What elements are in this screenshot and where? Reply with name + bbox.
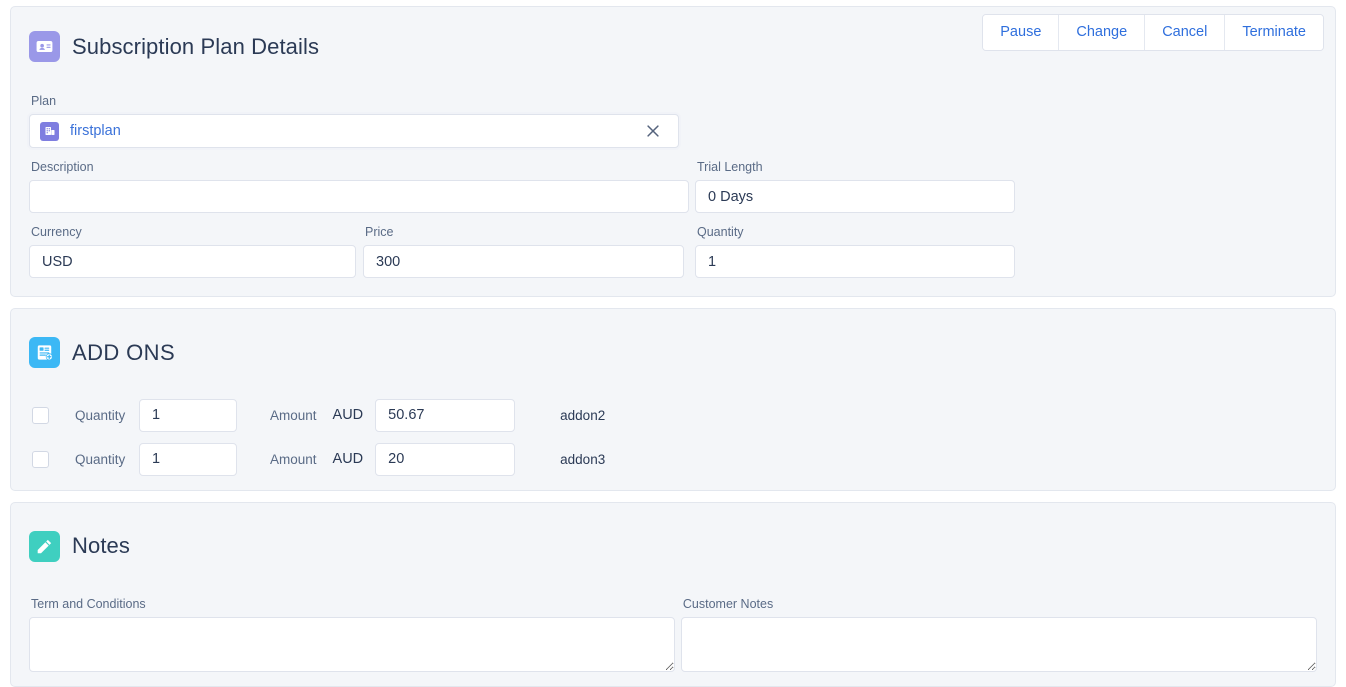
notes-card-body: Term and Conditions Customer Notes [11,575,1335,686]
page-title: Subscription Plan Details [72,33,320,59]
addon-quantity-input[interactable] [139,398,237,432]
quantity-input[interactable] [695,245,1015,279]
addons-card-header: ADD ONS [11,309,1335,382]
notes-card: Notes Term and Conditions Customer Notes [10,501,1336,687]
addons-card-body: Quantity Amount AUD addon2 Quantity Amou… [11,382,1335,490]
plan-actions-group: Pause Change Cancel Terminate [982,14,1324,52]
notes-card-header: Notes [11,503,1335,576]
document-add-icon [29,337,60,369]
description-trial-row: Description Trial Length [29,148,1317,214]
addon-quantity-label: Quantity [75,451,126,467]
addon-row: Quantity Amount AUD addon3 [29,442,1317,476]
change-button[interactable]: Change [1058,15,1145,51]
cancel-button[interactable]: Cancel [1144,15,1225,51]
pencil-icon [29,530,60,562]
addon-select-checkbox[interactable] [32,406,49,424]
subscription-plan-card: Subscription Plan Details Pause Change C… [10,6,1336,298]
addon-amount-input[interactable] [375,442,516,476]
quantity-label: Quantity [697,225,744,240]
addons-card: ADD ONS Quantity Amount AUD addon2 Quant… [10,308,1336,491]
price-label: Price [365,225,394,240]
addons-title: ADD ONS [72,339,176,365]
addon-quantity-input[interactable] [139,442,237,476]
addon-currency-label: AUD [332,451,364,468]
customer-notes-label: Customer Notes [682,597,774,612]
plan-lookup-value: firstplan [70,123,121,140]
notes-title: Notes [72,533,130,559]
addon-quantity-label: Quantity [75,407,126,423]
addon-amount-input[interactable] [375,398,516,432]
pause-button[interactable]: Pause [983,15,1059,51]
terminate-button[interactable]: Terminate [1224,15,1323,51]
page-root: Subscription Plan Details Pause Change C… [0,0,1346,687]
close-icon[interactable] [642,120,664,142]
currency-price-quantity-row: Currency Price Quantity [29,213,1317,279]
addon-row: Quantity Amount AUD addon2 [29,398,1317,432]
currency-input[interactable] [29,245,356,279]
customer-notes-textarea[interactable] [680,617,1317,673]
notes-row: Term and Conditions Customer Notes [29,585,1317,673]
addon-amount-label: Amount [270,451,317,467]
trial-length-label: Trial Length [697,160,763,175]
plan-card-header: Subscription Plan Details Pause Change C… [11,7,1335,72]
trial-length-input[interactable] [695,180,1015,214]
id-card-icon [29,31,60,63]
addon-amount-label: Amount [270,407,317,423]
terms-label: Term and Conditions [31,597,146,612]
currency-label: Currency [31,225,82,240]
price-input[interactable] [363,245,684,279]
plan-field-label: Plan [31,94,57,109]
addon-select-checkbox[interactable] [32,450,49,468]
description-input[interactable] [29,180,689,214]
terms-textarea[interactable] [29,617,675,673]
addon-name-label: addon2 [560,407,606,423]
account-record-icon [40,121,59,141]
addon-currency-label: AUD [332,407,364,424]
plan-card-body: Plan firstplan Description Trial Length … [11,72,1335,296]
description-label: Description [31,160,94,175]
addon-name-label: addon3 [560,451,606,467]
plan-lookup-field[interactable]: firstplan [29,114,679,149]
